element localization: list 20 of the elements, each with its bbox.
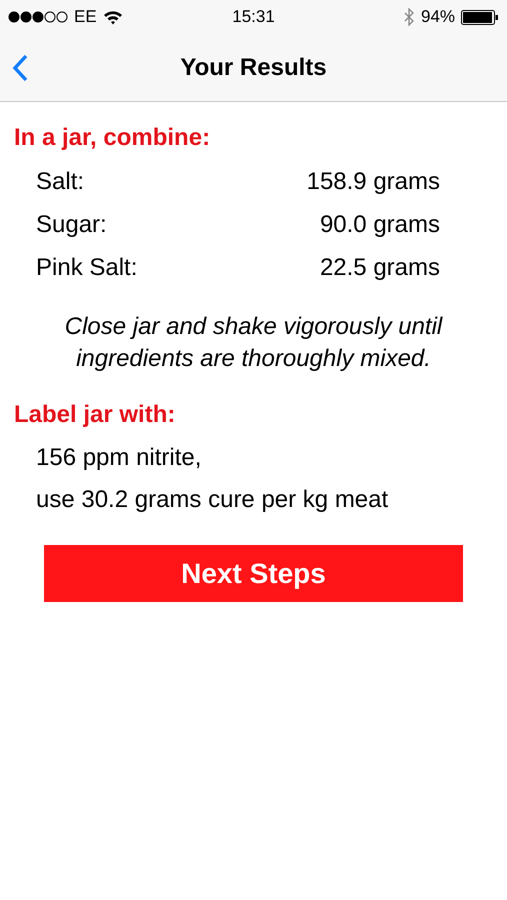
section-heading: Label jar with: (14, 401, 176, 429)
label-text: 156 ppm nitrite, (36, 444, 202, 472)
clock-time: 15:31 (232, 7, 275, 27)
carrier-label: EE (74, 7, 97, 27)
screen-title: Your Results (180, 54, 327, 82)
section-heading: In a jar, combine: (14, 124, 212, 152)
battery-percentage: 94% (420, 7, 456, 27)
wifi-icon (102, 10, 123, 24)
instruction-text: Close jar and shake vigorously until ingredients are thoroughly mixed. (64, 312, 444, 374)
label-text: use 30.2 grams cure per kg meat (36, 486, 388, 514)
next-steps-button[interactable]: Next Steps (44, 545, 463, 602)
ingredient-amount: 22.5 grams (320, 254, 440, 282)
ingredient-amount: 90.0 grams (320, 210, 440, 238)
signal-icon (8, 11, 68, 23)
battery-icon (461, 10, 500, 24)
ingredient-name: Salt: (36, 168, 84, 196)
ingredient-name: Sugar: (36, 210, 107, 238)
bluetooth-icon (404, 8, 415, 26)
ingredient-amount: 158.9 grams (306, 168, 440, 196)
ingredient-name: Pink Salt: (36, 254, 138, 282)
